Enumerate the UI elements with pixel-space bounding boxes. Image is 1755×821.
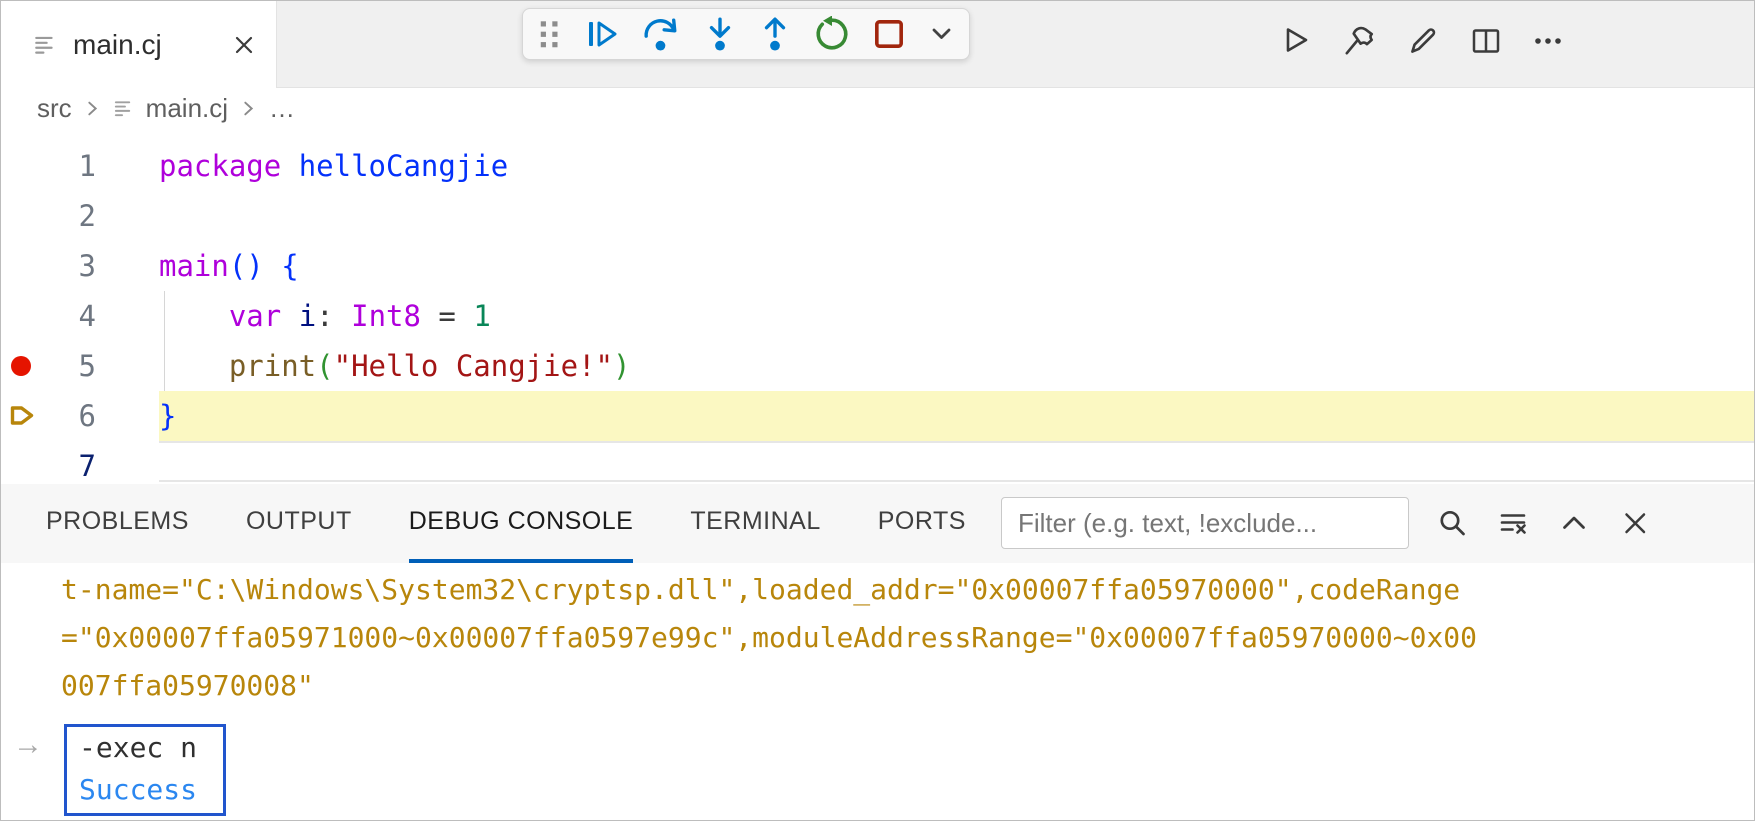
step-into-button[interactable] [703,16,737,52]
editor-line[interactable]: 5 print("Hello Cangjie!") [1,341,1754,391]
filter-input[interactable] [1001,497,1409,549]
stop-button[interactable] [871,16,907,52]
maximize-panel-chevron-up-icon[interactable] [1558,507,1592,541]
code-line-content [159,441,1754,482]
code-token [159,349,229,383]
panel-tab-problems[interactable]: PROBLEMS [46,484,189,563]
indent-guide [164,291,165,391]
line-number: 4 [1,291,96,341]
code-token [334,299,351,333]
breadcrumb-item-file[interactable]: main.cj [146,93,228,124]
code-line-content: package helloCangjie [159,141,1754,191]
code-token [456,299,473,333]
step-over-button[interactable] [641,16,681,52]
console-prompt-arrow-icon: → [13,728,43,762]
breakpoint-icon[interactable] [11,356,31,376]
code-token [281,299,298,333]
code-line-content: } [159,391,1754,441]
continue-button[interactable] [584,16,620,52]
code-token: var [229,299,281,333]
code-token: ) [613,349,630,383]
toolbar-drag-handle-icon[interactable] [538,19,562,49]
editor-line[interactable]: 6} [1,391,1754,441]
breadcrumb: src main.cj … [1,88,1754,129]
code-token: i [299,299,316,333]
clear-console-icon[interactable] [1497,507,1531,541]
console-output-line: 007ffa05970008" [1,662,1754,710]
close-tab-icon[interactable] [230,31,258,59]
breadcrumb-item-symbol[interactable]: … [269,93,295,124]
tab-label: main.cj [73,29,162,61]
panel-tab-debug-console[interactable]: DEBUG CONSOLE [409,484,634,563]
code-token [421,299,438,333]
editor-tab-main-cj[interactable]: main.cj [1,1,277,88]
stop-dropdown-chevron-icon[interactable] [929,21,954,47]
restart-button[interactable] [814,16,850,52]
code-editor[interactable]: 1package helloCangjie23main() {4 var i: … [1,129,1754,484]
close-panel-icon[interactable] [1619,507,1653,541]
console-input-box[interactable]: -exec n Success [64,724,226,816]
console-output-line: t-name="C:\Windows\System32\cryptsp.dll"… [1,566,1754,614]
console-output-line: ="0x00007ffa05971000~0x00007ffa0597e99c"… [1,614,1754,662]
code-token: helloCangjie [299,149,509,183]
line-number: 3 [1,241,96,291]
code-token: package [159,149,281,183]
code-line-content: main() { [159,241,1754,291]
build-hammer-icon[interactable] [1341,23,1377,59]
code-line-content [159,191,1754,241]
code-token: : [316,299,333,333]
step-out-button[interactable] [758,16,792,52]
code-token: { [281,249,298,283]
panel-header: PROBLEMS OUTPUT DEBUG CONSOLE TERMINAL PORTS [1,484,1754,563]
editor-line[interactable]: 2 [1,191,1754,241]
panel-tab-ports[interactable]: PORTS [878,484,966,563]
panel-actions [1436,484,1653,563]
line-number: 7 [1,441,96,484]
search-icon[interactable] [1436,507,1470,541]
panel-tabs: PROBLEMS OUTPUT DEBUG CONSOLE TERMINAL PORTS [46,484,966,563]
code-token: Int8 [351,299,421,333]
line-number: 1 [1,141,96,191]
bottom-panel: PROBLEMS OUTPUT DEBUG CONSOLE TERMINAL PORTS [1,484,1754,820]
code-token: ( [316,349,333,383]
file-icon [33,33,57,57]
console-command: -exec n [79,727,197,769]
debug-console[interactable]: t-name="C:\Windows\System32\cryptsp.dll"… [1,563,1754,820]
code-token [281,149,298,183]
code-token: } [159,399,176,433]
code-token: 1 [473,299,490,333]
chevron-right-icon [84,100,101,117]
code-line-content: var i: Int8 = 1 [159,291,1754,341]
debug-current-line-arrow-icon [6,401,37,431]
editor-line[interactable]: 7 [1,441,1754,484]
file-icon [113,98,134,119]
panel-tab-output[interactable]: OUTPUT [246,484,352,563]
vscode-window: main.cj [0,0,1755,821]
breadcrumb-item-src[interactable]: src [37,93,72,124]
chevron-right-icon [240,100,257,117]
code-token: print [229,349,316,383]
editor-line[interactable]: 4 var i: Int8 = 1 [1,291,1754,341]
console-result: Success [79,769,197,811]
code-token: = [438,299,455,333]
more-actions-icon[interactable] [1531,24,1565,58]
debug-toolbar [522,8,970,60]
editor-line[interactable]: 1 package helloCangjie [1,141,1754,191]
split-editor-icon[interactable] [1469,24,1503,58]
code-line-content: print("Hello Cangjie!") [159,341,1754,391]
line-number: 2 [1,191,96,241]
editor-actions [1279,23,1565,59]
panel-tab-terminal[interactable]: TERMINAL [690,484,820,563]
code-token: "Hello Cangjie!" [334,349,613,383]
edit-pencil-icon[interactable] [1405,23,1441,59]
code-token [159,299,229,333]
console-input-row: → -exec n Success [1,724,1754,816]
editor-line[interactable]: 3 main() { [1,241,1754,291]
editor-tab-bar: main.cj [1,1,1754,88]
code-token [264,249,281,283]
run-button[interactable] [1279,24,1313,58]
code-token: main [159,249,229,283]
code-token: () [229,249,264,283]
